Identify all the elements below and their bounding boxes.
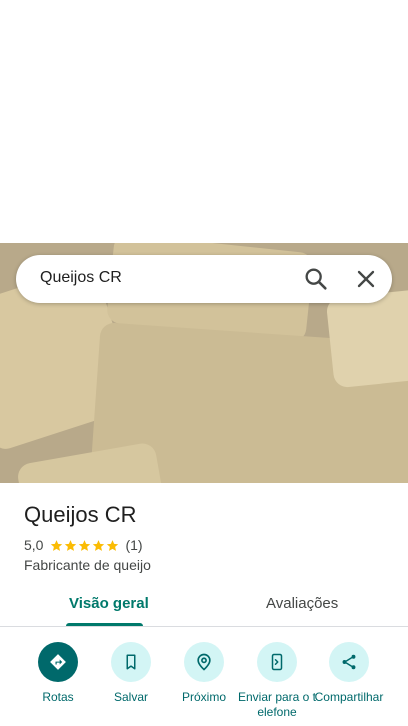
share-button[interactable]: Compartilhar (309, 642, 389, 705)
directions-label: Rotas (42, 690, 74, 704)
search-icon[interactable] (302, 265, 330, 293)
tabs-divider (0, 626, 408, 627)
star-icon (79, 539, 91, 551)
review-count[interactable]: (1) (125, 537, 142, 553)
directions-icon (38, 642, 78, 682)
nearby-label: Próximo (181, 690, 226, 704)
send-to-phone-button[interactable]: Enviar para o telefone (237, 642, 317, 720)
share-label: Compartilhar (314, 690, 384, 704)
star-icon (93, 539, 105, 551)
save-button[interactable]: Salvar (91, 642, 171, 705)
directions-button[interactable]: Rotas (18, 642, 98, 705)
send-to-phone-label: Enviar para o telefone (237, 690, 317, 719)
nearby-icon (184, 642, 224, 682)
tab-reviews[interactable]: Avaliações (266, 595, 338, 612)
star-icon (107, 539, 119, 551)
tab-overview[interactable]: Visão geral (69, 595, 149, 612)
send-to-phone-icon (257, 642, 297, 682)
bookmark-icon (111, 642, 151, 682)
share-icon (329, 642, 369, 682)
rating-row[interactable]: 5,0 (1) (24, 536, 143, 554)
place-category: Fabricante de queijo (24, 557, 151, 573)
nearby-button[interactable]: Próximo (164, 642, 244, 705)
search-bar[interactable]: Queijos CR (16, 255, 392, 303)
star-icon (65, 539, 77, 551)
rating-value: 5,0 (24, 537, 44, 553)
save-label: Salvar (113, 690, 148, 704)
star-icon (51, 539, 63, 551)
search-input[interactable]: Queijos CR (40, 269, 122, 287)
rating-stars (50, 539, 119, 552)
close-icon[interactable] (352, 265, 380, 293)
place-title: Queijos CR (24, 502, 137, 527)
map-area (0, 0, 408, 243)
